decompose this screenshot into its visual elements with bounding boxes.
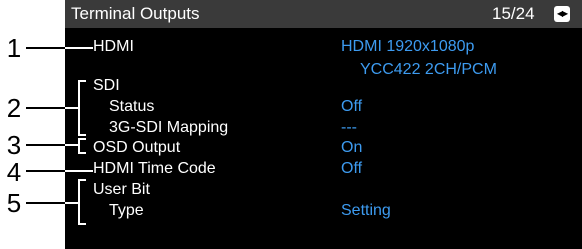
callout-4: 4 bbox=[6, 157, 22, 187]
hdmi-label[interactable]: HDMI bbox=[93, 38, 134, 56]
callout-2: 2 bbox=[6, 93, 22, 123]
hdmi-timecode-value: Off bbox=[341, 160, 363, 177]
userbit-bracket bbox=[78, 179, 86, 225]
sdi-mapping-label[interactable]: 3G-SDI Mapping bbox=[109, 119, 228, 137]
hdmi-value-line2: YCC422 2CH/PCM bbox=[360, 61, 497, 78]
sdi-label: SDI bbox=[93, 77, 120, 94]
callout-3-line bbox=[26, 144, 65, 146]
callout-2-line bbox=[26, 107, 65, 109]
callout-5-line-inner bbox=[65, 202, 78, 204]
user-bit-label: User Bit bbox=[93, 181, 150, 198]
hdmi-timecode-label[interactable]: HDMI Time Code bbox=[93, 160, 216, 178]
callout-5-line bbox=[26, 202, 65, 204]
menu-title: Terminal Outputs bbox=[71, 4, 200, 23]
page-indicator: 15/24 bbox=[492, 4, 535, 23]
callout-4-line-inner bbox=[65, 170, 93, 172]
callout-2-line-inner bbox=[65, 107, 78, 109]
user-bit-type-label[interactable]: Type bbox=[109, 202, 144, 220]
callout-1-line bbox=[26, 47, 65, 49]
menu-screen: Terminal Outputs 15/24 ◀▶ HDMI HDMI 1920… bbox=[65, 0, 582, 249]
callout-4-line bbox=[26, 170, 65, 172]
hdmi-value-line1: HDMI 1920x1080p bbox=[341, 38, 475, 55]
title-bar: Terminal Outputs 15/24 ◀▶ bbox=[65, 0, 582, 28]
osd-output-label[interactable]: OSD Output bbox=[93, 139, 180, 157]
callout-3: 3 bbox=[6, 130, 22, 160]
callout-5: 5 bbox=[6, 188, 22, 218]
osd-output-value: On bbox=[341, 139, 363, 156]
sdi-bracket bbox=[78, 80, 86, 136]
page-flip-icon[interactable]: ◀▶ bbox=[554, 6, 570, 22]
callout-3-line-inner bbox=[65, 144, 78, 146]
callout-1: 1 bbox=[6, 33, 22, 63]
osd-bracket bbox=[78, 138, 86, 154]
sdi-status-label[interactable]: Status bbox=[109, 98, 154, 116]
sdi-status-value: Off bbox=[341, 98, 363, 115]
sdi-mapping-value: --- bbox=[341, 119, 357, 136]
user-bit-type-value: Setting bbox=[341, 202, 391, 219]
callout-1-line-inner bbox=[65, 47, 93, 49]
